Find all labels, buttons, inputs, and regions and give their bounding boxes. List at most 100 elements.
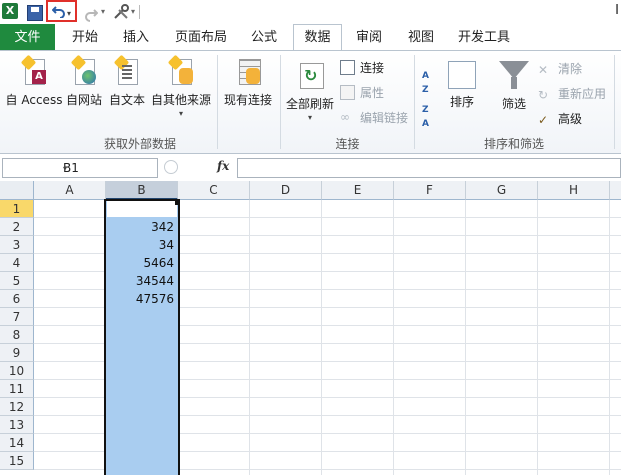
advanced-label: 高级 <box>558 112 583 126</box>
window-title: I <box>615 3 619 18</box>
row-header-14[interactable]: 14 <box>0 434 34 452</box>
row-header-5[interactable]: 5 <box>0 272 34 290</box>
column-header-b[interactable]: B <box>106 181 178 200</box>
chevron-down-icon[interactable]: ▾ <box>63 164 154 173</box>
excel-logo-icon: X <box>2 3 18 19</box>
quick-access-toolbar: X ▾ ▾ ▾ I <box>0 0 621 24</box>
column-header-d[interactable]: D <box>250 181 322 200</box>
formula-tools: fx <box>159 158 235 178</box>
clear-filter-button[interactable]: ✕ 清除 <box>538 60 582 78</box>
redo-icon[interactable] <box>84 5 98 23</box>
sort-dialog-icon <box>448 61 476 89</box>
column-header-c[interactable]: C <box>178 181 250 200</box>
selection-border <box>104 199 180 475</box>
toolbar-separator <box>139 5 140 19</box>
filter-funnel-icon <box>499 61 529 91</box>
tab-page-layout[interactable]: 页面布局 <box>166 24 236 51</box>
formula-bar: B1 ▾ fx <box>0 155 621 181</box>
customize-dropdown-icon[interactable]: ▾ <box>131 7 135 25</box>
from-access-label: 自 Access <box>5 93 63 107</box>
column-header-h[interactable]: H <box>538 181 610 200</box>
undo-icon[interactable] <box>52 4 66 18</box>
tab-home[interactable]: 开始 <box>62 24 108 51</box>
customize-tools-icon[interactable] <box>113 3 131 21</box>
link-icon: ∞ <box>340 110 350 124</box>
row-header-3[interactable]: 3 <box>0 236 34 254</box>
sort-ascending-button[interactable]: A Z <box>422 67 438 95</box>
tab-file[interactable]: 文件 <box>0 24 55 51</box>
ribbon-data: A 自 Access 自网站 自文本 自其他来源 ▾ 现有连接 获取外部数据 全… <box>0 50 621 154</box>
advanced-filter-button[interactable]: ✓ 高级 <box>538 110 582 128</box>
from-access-button[interactable]: A 自 Access <box>4 54 64 108</box>
tab-formulas[interactable]: 公式 <box>241 24 287 51</box>
refresh-icon <box>296 61 324 91</box>
tab-view[interactable]: 视图 <box>398 24 444 51</box>
ribbon-tabs: 文件 开始 插入 页面布局 公式 数据 审阅 视图 开发工具 <box>0 24 621 51</box>
sort-descending-button[interactable]: Z A <box>422 101 438 129</box>
properties-button[interactable]: 属性 <box>340 84 384 102</box>
sort-label: 排序 <box>449 95 474 109</box>
existing-connections-label: 现有连接 <box>223 93 272 107</box>
access-database-icon: A <box>20 54 48 87</box>
connections-button[interactable]: 连接 <box>340 59 384 77</box>
insert-function-icon[interactable]: fx <box>217 159 229 173</box>
row-header-1[interactable]: 1 <box>0 200 34 218</box>
other-sources-icon <box>167 54 195 87</box>
column-header-g[interactable]: G <box>466 181 538 200</box>
clear-label: 清除 <box>558 62 583 76</box>
save-icon[interactable] <box>27 5 43 21</box>
refresh-all-button[interactable]: 全部刷新 ▾ <box>283 61 337 122</box>
chevron-down-icon: ▾ <box>178 109 183 118</box>
from-other-sources-button[interactable]: 自其他来源 ▾ <box>148 54 214 118</box>
existing-connections-button[interactable]: 现有连接 <box>220 57 276 108</box>
fill-handle[interactable] <box>175 200 180 205</box>
formula-input[interactable] <box>237 158 621 178</box>
formula-bar-handle-icon[interactable] <box>164 160 178 174</box>
tab-developer[interactable]: 开发工具 <box>451 24 517 51</box>
existing-connections-icon <box>234 57 262 87</box>
chevron-down-icon: ▾ <box>307 113 312 122</box>
select-all-corner[interactable] <box>0 181 34 200</box>
clear-filter-icon: ✕ <box>538 63 549 77</box>
row-header-2[interactable]: 2 <box>0 218 34 236</box>
column-header-f[interactable]: F <box>394 181 466 200</box>
from-web-button[interactable]: 自网站 <box>63 54 105 108</box>
connections-icon <box>340 60 355 75</box>
sort-button[interactable]: 排序 <box>444 61 480 110</box>
row-header-8[interactable]: 8 <box>0 326 34 344</box>
reapply-icon: ↻ <box>538 88 549 102</box>
reapply-label: 重新应用 <box>558 87 607 101</box>
row-header-7[interactable]: 7 <box>0 308 34 326</box>
group-divider <box>614 55 615 149</box>
text-file-icon <box>113 54 141 87</box>
undo-dropdown-icon[interactable]: ▾ <box>67 9 71 18</box>
row-header-6[interactable]: 6 <box>0 290 34 308</box>
tab-review[interactable]: 审阅 <box>346 24 392 51</box>
web-globe-icon <box>70 54 98 87</box>
group-label-external-data: 获取外部数据 <box>103 137 176 151</box>
from-other-sources-label: 自其他来源 <box>150 93 211 107</box>
from-web-label: 自网站 <box>65 93 102 107</box>
redo-dropdown-icon[interactable]: ▾ <box>101 7 105 25</box>
from-text-label: 自文本 <box>108 93 145 107</box>
edit-links-button[interactable]: ∞ 编辑链接 <box>340 109 408 127</box>
from-text-button[interactable]: 自文本 <box>106 54 148 108</box>
reapply-button[interactable]: ↻ 重新应用 <box>538 85 606 103</box>
row-header-12[interactable]: 12 <box>0 398 34 416</box>
column-header-partial <box>610 181 621 200</box>
row-header-9[interactable]: 9 <box>0 344 34 362</box>
row-header-4[interactable]: 4 <box>0 254 34 272</box>
row-header-15[interactable]: 15 <box>0 452 34 470</box>
row-header-10[interactable]: 10 <box>0 362 34 380</box>
row-header-13[interactable]: 13 <box>0 416 34 434</box>
tab-insert[interactable]: 插入 <box>113 24 159 51</box>
tab-data[interactable]: 数据 <box>293 24 342 51</box>
filter-button[interactable]: 筛选 <box>496 61 532 112</box>
undo-button-highlight[interactable]: ▾ <box>46 0 77 22</box>
column-header-e[interactable]: E <box>322 181 394 200</box>
column-header-a[interactable]: A <box>34 181 106 200</box>
edit-links-label: 编辑链接 <box>360 111 409 125</box>
row-header-11[interactable]: 11 <box>0 380 34 398</box>
name-box[interactable]: B1 ▾ <box>2 158 158 178</box>
worksheet-grid[interactable]: A B C D E F G H 1 2 3 4 5 6 7 8 9 10 11 … <box>0 181 621 475</box>
